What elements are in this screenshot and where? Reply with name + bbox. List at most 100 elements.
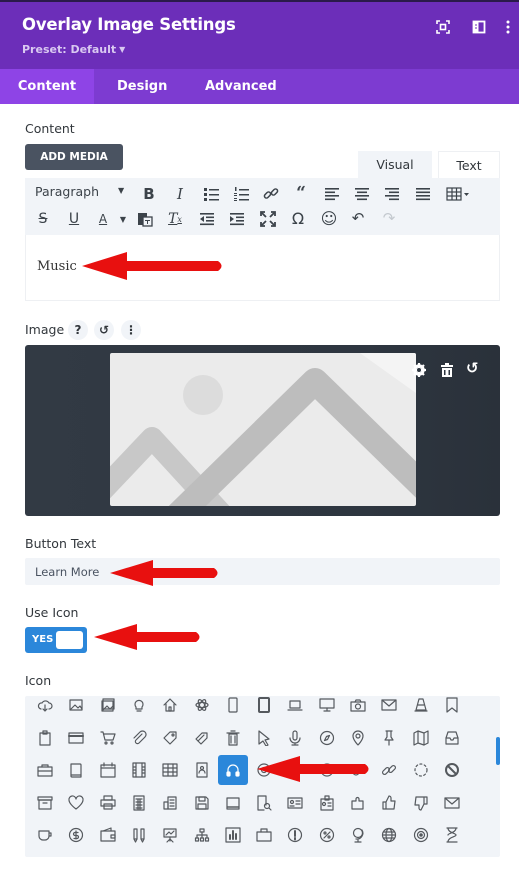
gear-icon[interactable] [411,362,427,378]
underline-icon[interactable]: U [64,209,84,229]
bulleted-list-icon[interactable] [201,184,221,204]
redo-icon[interactable]: ↷ [379,208,399,228]
lightbulb-icon[interactable] [124,696,154,720]
button-text-input[interactable]: Learn More [25,558,500,585]
more-options-icon[interactable]: ⋮ [121,320,141,340]
align-right-icon[interactable] [382,184,402,204]
wallet-icon[interactable] [93,820,123,850]
id-card-icon[interactable] [280,788,310,818]
badge-icon[interactable] [312,788,342,818]
pens-icon[interactable] [124,820,154,850]
home-icon[interactable] [155,696,185,720]
reset-icon[interactable]: ↺ [466,359,482,377]
headphones-icon[interactable] [217,755,248,785]
book-icon[interactable] [61,755,91,785]
table-icon[interactable] [445,184,473,204]
emoji-icon[interactable]: ☺ [319,208,339,228]
cup-icon[interactable] [30,820,60,850]
special-character-icon[interactable]: Ω [288,208,308,228]
editor-tab-text[interactable]: Text [438,151,500,179]
undo-icon[interactable]: ↶ [348,208,368,228]
building-icon[interactable] [155,788,185,818]
text-color-icon[interactable]: A [93,209,113,229]
strikethrough-icon[interactable]: S [33,209,53,229]
icon-grid-scrollbar[interactable] [496,737,500,765]
puzzle-icon[interactable] [343,788,373,818]
archive-icon[interactable] [30,788,60,818]
calendar-icon[interactable] [93,755,123,785]
microphone-icon[interactable] [280,723,310,753]
laptop-icon[interactable] [280,696,310,720]
bookmark-icon[interactable] [437,696,467,720]
use-icon-toggle[interactable]: YES [25,627,87,653]
outdent-icon[interactable] [197,209,217,229]
format-select[interactable]: Paragraph [35,184,99,199]
fullscreen-icon[interactable] [258,209,278,229]
floppy-disk-icon[interactable] [187,788,217,818]
toolbox-icon[interactable] [30,755,60,785]
thumbs-down-icon[interactable] [406,788,436,818]
image-icon[interactable] [61,696,91,720]
envelope-icon[interactable] [374,696,404,720]
bar-chart-icon[interactable] [218,820,248,850]
add-media-button[interactable]: ADD MEDIA [25,144,123,170]
link-chain-icon[interactable] [343,755,373,785]
thumbs-up-icon[interactable] [374,788,404,818]
tab-content[interactable]: Content [0,69,94,104]
mail-icon[interactable] [437,788,467,818]
hourglass-icon[interactable] [437,820,467,850]
help-icon[interactable]: ? [68,320,88,340]
briefcase-icon[interactable] [249,820,279,850]
justify-icon[interactable] [413,184,433,204]
credit-card-icon[interactable] [61,723,91,753]
split-view-icon[interactable] [472,20,486,34]
more-options-icon[interactable] [505,20,511,34]
trash-icon[interactable] [439,362,455,378]
map-icon[interactable] [406,723,436,753]
spinner-icon[interactable] [406,755,436,785]
globe-icon[interactable] [374,820,404,850]
dollar-icon[interactable] [61,820,91,850]
align-center-icon[interactable] [352,184,372,204]
paste-as-text-icon[interactable] [135,209,155,229]
globe-stand-icon[interactable] [343,820,373,850]
clock-icon[interactable] [312,755,342,785]
heart-icon[interactable] [61,788,91,818]
reset-icon[interactable]: ↺ [94,320,114,340]
focus-mode-icon[interactable] [436,20,450,34]
sitemap-icon[interactable] [187,820,217,850]
cart-icon[interactable] [93,723,123,753]
printer-icon[interactable] [93,788,123,818]
percent-icon[interactable] [312,820,342,850]
bold-icon[interactable]: B [139,184,159,204]
map-pin-icon[interactable] [343,723,373,753]
camera-icon[interactable] [343,696,373,720]
align-left-icon[interactable] [322,184,342,204]
link-icon[interactable] [261,184,281,204]
chain-icon[interactable] [374,755,404,785]
paperclip-icon[interactable] [124,723,154,753]
tags-icon[interactable] [187,723,217,753]
search-document-icon[interactable] [249,788,279,818]
clipboard-icon[interactable] [30,723,60,753]
address-book-icon[interactable] [187,755,217,785]
content-editor[interactable]: Music [25,235,500,301]
tab-design[interactable]: Design [117,69,167,104]
lifebuoy-icon[interactable] [249,755,279,785]
blockquote-icon[interactable]: “ [291,183,311,203]
exclamation-icon[interactable] [280,820,310,850]
target-icon[interactable] [406,820,436,850]
tab-advanced[interactable]: Advanced [205,69,277,104]
cursor-icon[interactable] [249,723,279,753]
atom-icon[interactable] [187,696,217,720]
editor-tab-visual[interactable]: Visual [358,151,432,179]
table-icon[interactable] [155,755,185,785]
ban-icon[interactable] [437,755,467,785]
clear-formatting-icon[interactable]: Tx [165,209,185,229]
images-icon[interactable] [93,696,123,720]
chat-icon[interactable] [280,755,310,785]
italic-icon[interactable]: I [170,184,190,204]
caret-down-icon[interactable]: ▼ [113,209,133,229]
tag-icon[interactable] [155,723,185,753]
presentation-icon[interactable] [155,820,185,850]
